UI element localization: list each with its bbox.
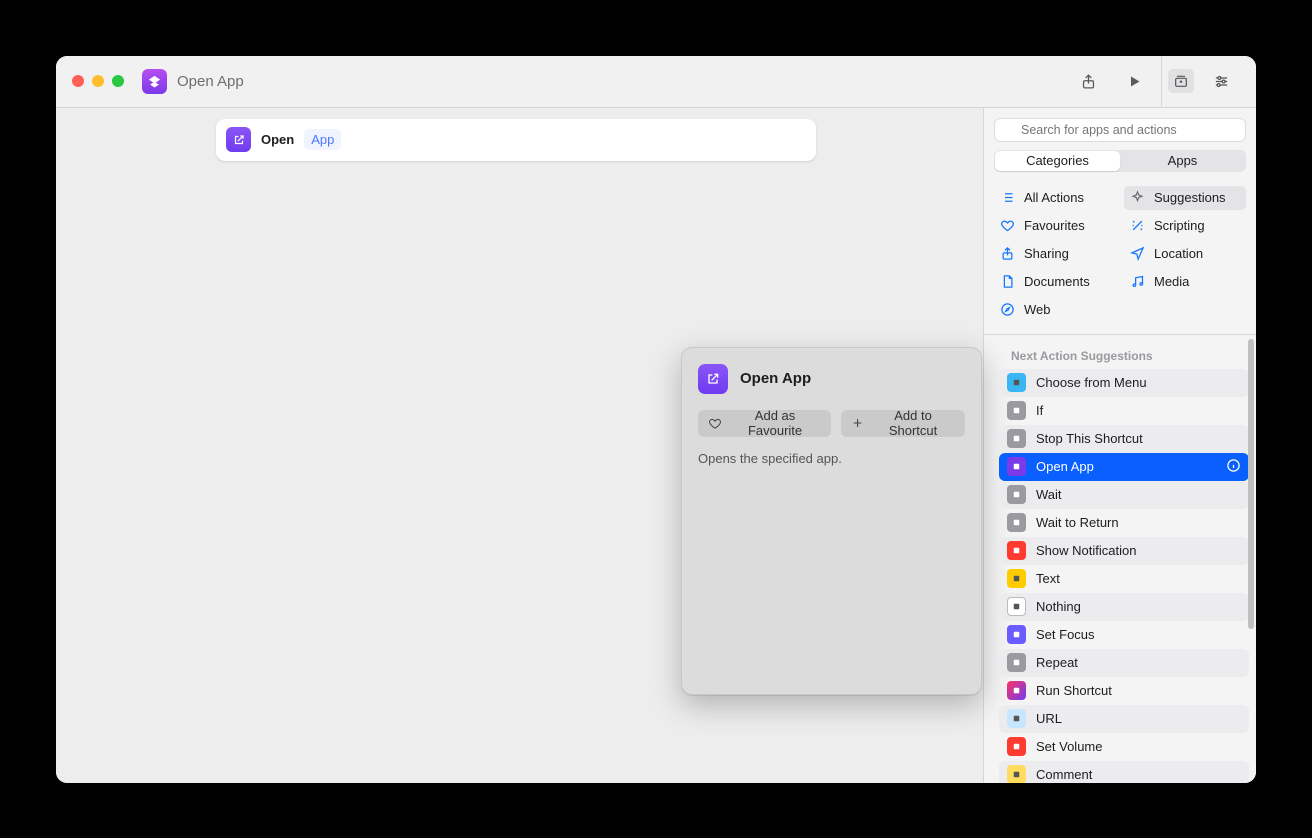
segmented-control[interactable]: Categories Apps [994, 150, 1246, 172]
titlebar: Open App [56, 56, 1256, 108]
action-param-app[interactable]: App [304, 129, 341, 150]
suggestions-list[interactable]: Next Action Suggestions Choose from Menu… [984, 335, 1256, 783]
action-icon [1007, 681, 1026, 700]
suggestion-label: Comment [1036, 767, 1092, 782]
action-icon [1007, 569, 1026, 588]
tab-categories[interactable]: Categories [995, 151, 1120, 171]
suggestion-label: Set Focus [1036, 627, 1095, 642]
canvas[interactable]: Open App Open App Add as Favourite [56, 108, 983, 783]
safari-icon [1000, 302, 1015, 317]
shortcuts-editor-window: Open App Open App [56, 56, 1256, 783]
cat-all-actions[interactable]: All Actions [994, 186, 1116, 210]
document-icon [1000, 274, 1015, 289]
share-icon [1000, 246, 1015, 261]
action-open-app[interactable]: Open App [216, 119, 816, 161]
settings-button[interactable] [1206, 66, 1236, 96]
suggestion-item[interactable]: Set Focus [999, 621, 1249, 649]
heart-icon [1000, 218, 1015, 233]
action-icon [1007, 541, 1026, 560]
suggestion-label: Text [1036, 571, 1060, 586]
suggestions-header: Next Action Suggestions [999, 345, 1249, 369]
suggestion-item[interactable]: Comment [999, 761, 1249, 783]
scrollbar-thumb[interactable] [1248, 339, 1254, 629]
plus-icon [851, 416, 864, 430]
suggestion-label: Show Notification [1036, 543, 1136, 558]
suggestion-item[interactable]: Show Notification [999, 537, 1249, 565]
suggestion-item[interactable]: Stop This Shortcut [999, 425, 1249, 453]
cat-location[interactable]: Location [1124, 242, 1246, 266]
suggestion-item[interactable]: Repeat [999, 649, 1249, 677]
close-button[interactable] [72, 75, 84, 87]
action-icon [1007, 597, 1026, 616]
suggestion-label: Choose from Menu [1036, 375, 1147, 390]
cat-favourites[interactable]: Favourites [994, 214, 1116, 238]
suggestion-label: Repeat [1036, 655, 1078, 670]
cat-web[interactable]: Web [994, 298, 1116, 322]
info-icon[interactable] [1226, 458, 1241, 476]
suggestion-label: Set Volume [1036, 739, 1103, 754]
action-icon [1007, 457, 1026, 476]
action-label: Open [261, 132, 294, 147]
suggestion-item[interactable]: Nothing [999, 593, 1249, 621]
action-icon [1007, 429, 1026, 448]
sparkle-icon [1130, 190, 1145, 205]
location-icon [1130, 246, 1145, 261]
open-app-icon [226, 127, 251, 152]
cat-documents[interactable]: Documents [994, 270, 1116, 294]
suggestion-item[interactable]: Text [999, 565, 1249, 593]
share-button[interactable] [1073, 66, 1103, 96]
action-icon [1007, 513, 1026, 532]
zoom-button[interactable] [112, 75, 124, 87]
action-info-popover: Open App Add as Favourite Add to Shortcu… [681, 347, 982, 695]
library-sidebar: Categories Apps All Actions Suggestions … [983, 108, 1256, 783]
cat-scripting[interactable]: Scripting [1124, 214, 1246, 238]
action-icon [1007, 485, 1026, 504]
popover-description: Opens the specified app. [698, 451, 965, 466]
action-icon [1007, 709, 1026, 728]
action-icon [1007, 737, 1026, 756]
suggestion-label: Open App [1036, 459, 1094, 474]
suggestion-label: Run Shortcut [1036, 683, 1112, 698]
titlebar-divider [1161, 56, 1162, 108]
minimize-button[interactable] [92, 75, 104, 87]
suggestion-item[interactable]: Choose from Menu [999, 369, 1249, 397]
suggestion-item[interactable]: Open App [999, 453, 1249, 481]
suggestion-item[interactable]: Wait [999, 481, 1249, 509]
suggestion-item[interactable]: If [999, 397, 1249, 425]
action-icon [1007, 765, 1026, 783]
search-input[interactable] [994, 118, 1246, 142]
suggestion-item[interactable]: Wait to Return [999, 509, 1249, 537]
popover-icon [698, 364, 728, 394]
traffic-lights [72, 75, 124, 87]
cat-suggestions[interactable]: Suggestions [1124, 186, 1246, 210]
add-favourite-button[interactable]: Add as Favourite [698, 410, 831, 437]
window-title: Open App [177, 73, 244, 90]
suggestion-label: Nothing [1036, 599, 1081, 614]
popover-title: Open App [740, 370, 811, 387]
suggestion-label: If [1036, 403, 1043, 418]
action-icon [1007, 401, 1026, 420]
suggestion-label: Wait [1036, 487, 1062, 502]
library-toggle-button[interactable] [1168, 69, 1194, 93]
suggestion-label: Stop This Shortcut [1036, 431, 1143, 446]
suggestion-item[interactable]: URL [999, 705, 1249, 733]
action-icon [1007, 373, 1026, 392]
run-button[interactable] [1119, 66, 1149, 96]
wand-icon [1130, 218, 1145, 233]
suggestion-label: Wait to Return [1036, 515, 1119, 530]
suggestion-label: URL [1036, 711, 1062, 726]
suggestion-item[interactable]: Run Shortcut [999, 677, 1249, 705]
suggestion-item[interactable]: Set Volume [999, 733, 1249, 761]
add-to-shortcut-button[interactable]: Add to Shortcut [841, 410, 965, 437]
action-icon [1007, 653, 1026, 672]
cat-media[interactable]: Media [1124, 270, 1246, 294]
cat-sharing[interactable]: Sharing [994, 242, 1116, 266]
categories-grid: All Actions Suggestions Favourites Scrip… [984, 182, 1256, 334]
action-icon [1007, 625, 1026, 644]
shortcut-icon [142, 69, 167, 94]
music-icon [1130, 274, 1145, 289]
list-icon [1000, 190, 1015, 205]
tab-apps[interactable]: Apps [1120, 151, 1245, 171]
heart-icon [708, 416, 722, 431]
